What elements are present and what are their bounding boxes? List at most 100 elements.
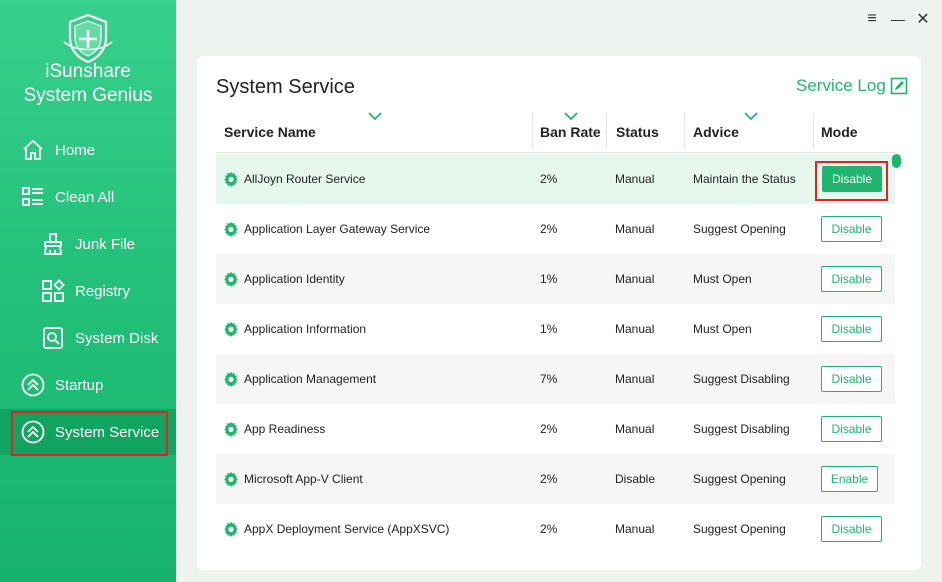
service-status: Disable xyxy=(615,472,656,486)
column-header-status[interactable]: Status xyxy=(616,124,659,140)
service-name: Application Information xyxy=(244,322,367,336)
table-row[interactable]: Application Layer Gateway Service 2% Man… xyxy=(216,204,895,254)
gear-icon xyxy=(224,271,238,287)
sidebar-item-label: System Disk xyxy=(75,329,159,347)
ban-rate: 1% xyxy=(540,272,558,286)
ban-rate: 1% xyxy=(540,322,558,336)
sidebar-item-label: Startup xyxy=(55,376,104,394)
gear-icon xyxy=(224,471,238,487)
service-status: Manual xyxy=(615,422,655,436)
service-name: Microsoft App-V Client xyxy=(244,472,363,486)
sidebar-item-system-disk[interactable]: System Disk xyxy=(0,315,176,361)
disable-button[interactable]: Disable xyxy=(821,216,882,242)
ban-rate: 2% xyxy=(540,222,558,236)
sidebar-item-label: Home xyxy=(55,141,96,159)
ban-rate: 2% xyxy=(540,172,558,186)
minimize-icon[interactable]: — xyxy=(889,10,907,28)
gear-icon xyxy=(224,171,238,187)
sort-chevron-icon[interactable] xyxy=(744,112,758,120)
table-row[interactable]: AllJoyn Router Service 2% Manual Maintai… xyxy=(216,154,895,204)
table-row[interactable]: Application Information 1% Manual Must O… xyxy=(216,304,895,354)
disable-button[interactable]: Disable xyxy=(821,266,882,292)
column-header-service-name[interactable]: Service Name xyxy=(224,124,316,140)
grid-icon xyxy=(40,278,66,304)
disable-button[interactable]: Disable xyxy=(821,416,882,442)
ban-rate: 2% xyxy=(540,472,558,486)
edit-log-icon xyxy=(890,77,908,95)
service-log-link[interactable]: Service Log xyxy=(796,76,908,96)
chevron-up-circle-icon xyxy=(20,372,46,398)
gear-icon xyxy=(224,371,238,387)
sidebar-item-label: System Service xyxy=(55,423,160,441)
column-separator xyxy=(813,113,814,149)
app-title-line1: iSunshare xyxy=(45,61,131,82)
scrollbar-thumb[interactable] xyxy=(892,154,901,168)
service-status: Manual xyxy=(615,372,655,386)
sidebar-item-label: Junk File xyxy=(75,235,136,253)
service-advice: Must Open xyxy=(693,272,752,286)
disable-button[interactable]: Disable xyxy=(822,166,882,192)
table-row[interactable]: Application Management 7% Manual Suggest… xyxy=(216,354,895,404)
broom-icon xyxy=(40,231,66,257)
ban-rate: 2% xyxy=(540,422,558,436)
column-separator xyxy=(684,113,685,149)
service-status: Manual xyxy=(615,522,655,536)
header-divider xyxy=(216,152,895,153)
service-name: AllJoyn Router Service xyxy=(244,172,366,186)
service-name: AppX Deployment Service (AppXSVC) xyxy=(244,522,450,536)
column-header-advice[interactable]: Advice xyxy=(693,124,739,140)
gear-icon xyxy=(224,221,238,237)
sidebar-item-label: Clean All xyxy=(55,188,115,206)
menu-icon[interactable]: ≡ xyxy=(863,10,881,28)
table-row[interactable]: Microsoft App-V Client 2% Disable Sugges… xyxy=(216,454,895,504)
service-status: Manual xyxy=(615,222,655,236)
column-header-ban-rate[interactable]: Ban Rate xyxy=(540,124,601,140)
service-status: Manual xyxy=(615,172,655,186)
sidebar-item-home[interactable]: Home xyxy=(0,127,176,173)
service-advice: Maintain the Status xyxy=(693,172,796,186)
service-name: Application Layer Gateway Service xyxy=(244,222,431,236)
disable-button[interactable]: Disable xyxy=(821,516,882,542)
disable-button[interactable]: Disable xyxy=(821,366,882,392)
gear-icon xyxy=(224,321,238,337)
service-advice: Suggest Disabling xyxy=(693,422,790,436)
service-name: Application Management xyxy=(244,372,377,386)
app-title-line2: System Genius xyxy=(23,85,153,106)
ban-rate: 2% xyxy=(540,522,558,536)
service-advice: Suggest Disabling xyxy=(693,372,790,386)
shield-logo-icon xyxy=(63,13,113,64)
table-row[interactable]: AppX Deployment Service (AppXSVC) 2% Man… xyxy=(216,504,895,554)
service-name: App Readiness xyxy=(244,422,326,436)
sort-chevron-icon[interactable] xyxy=(368,112,382,120)
column-separator xyxy=(606,113,607,149)
service-advice: Suggest Opening xyxy=(693,472,786,486)
service-status: Manual xyxy=(615,322,655,336)
sidebar-item-registry[interactable]: Registry xyxy=(0,268,176,314)
table-row[interactable]: Application Identity 1% Manual Must Open… xyxy=(216,254,895,304)
page-title: System Service xyxy=(216,76,355,98)
service-advice: Suggest Opening xyxy=(693,222,786,236)
disable-button[interactable]: Disable xyxy=(821,316,882,342)
sidebar-item-clean-all[interactable]: Clean All xyxy=(0,174,176,220)
list-icon xyxy=(20,184,46,210)
service-advice: Suggest Opening xyxy=(693,522,786,536)
enable-button[interactable]: Enable xyxy=(821,466,878,492)
sidebar-item-system-service[interactable]: System Service xyxy=(0,409,176,455)
service-name: Application Identity xyxy=(244,272,345,286)
service-advice: Must Open xyxy=(693,322,752,336)
disk-icon xyxy=(40,325,66,351)
sort-chevron-icon[interactable] xyxy=(564,112,578,120)
column-separator xyxy=(532,113,533,149)
table-row[interactable]: App Readiness 2% Manual Suggest Disablin… xyxy=(216,404,895,454)
sidebar-item-junk-file[interactable]: Junk File xyxy=(0,221,176,267)
sidebar: iSunshare System Genius Home Clean All J… xyxy=(0,0,176,582)
close-icon[interactable]: ✕ xyxy=(914,10,932,28)
column-header-mode: Mode xyxy=(821,124,858,140)
gear-icon xyxy=(224,521,238,537)
chevron-up-circle-icon xyxy=(20,419,46,445)
app-title: iSunshare System Genius xyxy=(0,60,176,108)
sidebar-item-startup[interactable]: Startup xyxy=(0,362,176,408)
ban-rate: 7% xyxy=(540,372,558,386)
service-status: Manual xyxy=(615,272,655,286)
service-log-label: Service Log xyxy=(796,76,886,95)
